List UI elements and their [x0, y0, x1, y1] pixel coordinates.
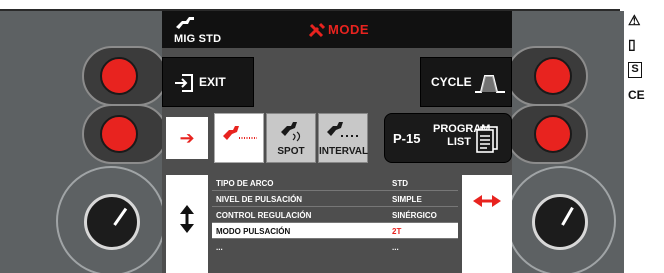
mode-tile-interval[interactable]: INTERVAL — [318, 113, 368, 163]
parameter-value: SINÉRGICO — [392, 211, 437, 220]
parameter-name: CONTROL REGULACIÓN — [216, 211, 312, 220]
parameter-name: NIVEL DE PULSACIÓN — [216, 195, 303, 204]
interval-torch-icon — [327, 122, 361, 137]
exit-button[interactable]: EXIT — [162, 57, 254, 107]
left-lower-key[interactable] — [82, 104, 168, 164]
right-knob-pointer — [561, 206, 574, 226]
welder-control-panel: ⚠ ▯ S CE MIG STD MODE EXIT CYCLE ➔ SPOT … — [0, 0, 664, 273]
mode-tile-pulse[interactable] — [214, 113, 264, 163]
parameter-row[interactable]: TIPO DE ARCO STD — [212, 175, 458, 191]
display-screen: MIG STD MODE EXIT CYCLE ➔ SPOT INTERVAL … — [162, 11, 512, 273]
left-upper-led — [100, 57, 138, 95]
left-knob[interactable] — [84, 194, 140, 250]
right-upper-key[interactable] — [506, 46, 588, 106]
right-lower-led — [534, 115, 572, 153]
ce-mark-symbol: CE — [628, 88, 645, 102]
spot-torch-icon — [281, 122, 301, 142]
right-lower-key[interactable] — [506, 104, 588, 164]
pulse-torch-icon — [223, 126, 257, 140]
arrow-leftright-icon — [473, 195, 501, 207]
parameter-row-active[interactable]: MODO PULSACIÓN 2T — [212, 223, 458, 239]
program-list-button[interactable]: P-15 PROGRAM LIST — [384, 113, 512, 163]
left-knob-pointer — [113, 207, 128, 226]
right-upper-led — [534, 57, 572, 95]
parameter-value: SIMPLE — [392, 195, 422, 204]
manual-symbol: ▯ — [628, 36, 636, 52]
parameter-row[interactable]: CONTROL REGULACIÓN SINÉRGICO — [212, 207, 458, 223]
parameter-name: MODO PULSACIÓN — [216, 227, 291, 236]
parameter-value: 2T — [392, 227, 402, 236]
torch-icon — [176, 17, 194, 29]
left-upper-key[interactable] — [82, 46, 168, 106]
cycle-label: CYCLE — [431, 75, 472, 89]
program-number: P-15 — [393, 131, 421, 146]
mode-tile-label: INTERVAL — [319, 146, 369, 157]
parameter-row[interactable]: NIVEL DE PULSACIÓN SIMPLE — [212, 191, 458, 207]
arrow-updown-icon — [180, 205, 194, 233]
program-list-label-line2: LIST — [447, 136, 471, 148]
exit-label: EXIT — [199, 75, 226, 89]
right-knob[interactable] — [532, 194, 588, 250]
parameter-row[interactable]: ... ... — [212, 239, 458, 255]
s-mark-symbol: S — [628, 62, 642, 78]
mode-tile-label: SPOT — [277, 146, 305, 157]
document-list-icon — [476, 126, 498, 153]
left-right-adjuster[interactable] — [462, 175, 512, 273]
parameter-name: ... — [216, 243, 223, 252]
warning-symbol: ⚠ — [628, 12, 641, 28]
parameter-value: ... — [392, 243, 399, 252]
parameter-value: STD — [392, 179, 408, 188]
process-label: MIG STD — [174, 33, 222, 45]
parameter-name: TIPO DE ARCO — [216, 179, 274, 188]
arrow-right-icon[interactable]: ➔ — [166, 117, 208, 159]
cycle-wave-icon — [475, 75, 505, 93]
tools-icon — [308, 22, 326, 38]
program-list-label: PROGRAM LIST — [433, 123, 491, 149]
screen-header: MIG STD MODE — [162, 11, 512, 48]
exit-door-icon — [175, 74, 193, 92]
program-list-label-line1: PROGRAM — [433, 123, 491, 135]
parameter-list: TIPO DE ARCO STD NIVEL DE PULSACIÓN SIMP… — [212, 175, 458, 273]
cycle-button[interactable]: CYCLE — [420, 57, 512, 107]
left-lower-led — [100, 115, 138, 153]
mode-label: MODE — [328, 22, 369, 37]
up-down-navigator[interactable] — [166, 175, 208, 273]
mode-tile-spot[interactable]: SPOT — [266, 113, 316, 163]
